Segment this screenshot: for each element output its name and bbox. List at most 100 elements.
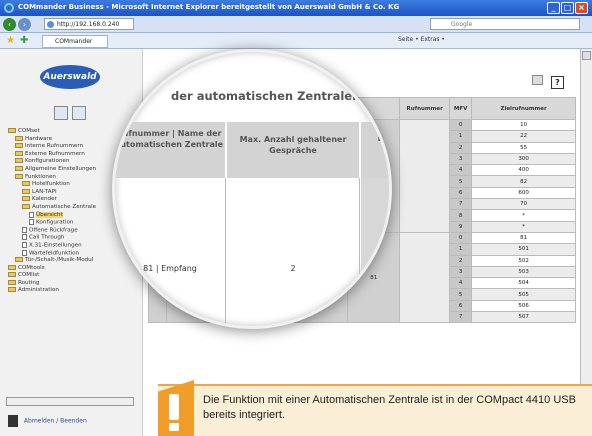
sidebar-refresh-icon[interactable] [72, 106, 86, 120]
cell-zielrufnummer[interactable]: * [471, 220, 576, 233]
add-favorite-icon[interactable]: ✚ [20, 35, 28, 46]
exclamation-icon [158, 380, 194, 436]
folder-icon [8, 128, 16, 133]
column-header: MFV [449, 97, 473, 120]
folder-icon [15, 143, 23, 149]
magnified-page-title: der automatischen Zentralen [171, 89, 361, 103]
tree-item-label: Kalender [32, 196, 57, 203]
page-area: Auerswald COMset Hardware Interne Rufnumme… [0, 49, 592, 436]
page-tools: ? [531, 75, 564, 89]
favorites-star-icon[interactable]: ★ [6, 35, 15, 46]
tree-item-label: COMset [18, 128, 40, 134]
tree-item-label: Konfigurationen [25, 158, 70, 165]
cell-zielrufnummer[interactable]: 505 [471, 288, 576, 301]
page-vertical-scrollbar[interactable] [580, 49, 592, 436]
document-icon [22, 249, 27, 256]
folder-icon [22, 203, 30, 209]
cell-zielrufnummer[interactable]: 81 [471, 231, 576, 245]
cell-zielrufnummer[interactable]: 503 [471, 265, 576, 279]
tree-item-label: Offene Rückfrage [29, 227, 78, 234]
cell-mfv: 0 [449, 118, 473, 132]
back-arrow-icon[interactable]: ‹ [3, 18, 16, 31]
scroll-up-icon[interactable] [582, 51, 591, 60]
cell-zielrufnummer[interactable]: 507 [471, 311, 576, 324]
cell-zielrufnummer[interactable]: 70 [471, 198, 576, 211]
folder-icon [8, 287, 16, 293]
search-input[interactable]: Google [430, 18, 580, 30]
url-field[interactable]: http://192.168.0.240 [44, 18, 134, 30]
document-icon [22, 234, 27, 241]
folder-icon [8, 279, 16, 285]
tree-item-label: Interne Rufnummern [25, 143, 84, 150]
cell-zielrufnummer[interactable]: 504 [471, 277, 576, 290]
cell-zielrufnummer[interactable]: 55 [471, 141, 576, 154]
tree-item-label: LAN-TAPI [32, 188, 57, 195]
cell-mfv: 2 [449, 254, 473, 267]
globe-icon [47, 21, 54, 28]
cell-mfv: 6 [449, 299, 473, 313]
tree-item-label: Administration [18, 287, 59, 294]
print-icon[interactable] [531, 75, 543, 85]
document-icon [22, 241, 27, 248]
cell-zielrufnummer[interactable]: 82 [471, 175, 576, 188]
maximize-button[interactable]: □ [561, 2, 574, 14]
minimize-button[interactable]: _ [547, 2, 560, 14]
logout-link[interactable]: Abmelden / Beenden [8, 415, 87, 427]
column-header: Rufnummer [399, 97, 451, 120]
cell-mfv: 2 [449, 141, 473, 154]
address-toolbar: ‹ › http://192.168.0.240 Google [0, 16, 592, 33]
cell-zielrufnummer[interactable]: * [471, 209, 576, 222]
cell-zielrufnummer[interactable]: 502 [471, 254, 576, 267]
cell-mfv: 1 [449, 130, 473, 143]
folder-icon [22, 188, 30, 194]
tip-text: Die Funktion mit einer Automatischen Zen… [203, 394, 576, 421]
tree-item-label: Allgemeine Einstellungen [25, 165, 97, 172]
magnified-side-column [361, 178, 389, 326]
folder-icon [15, 158, 23, 164]
auerswald-logo: Auerswald [40, 65, 100, 89]
cell-zielrufnummer[interactable]: 600 [471, 186, 576, 200]
forward-arrow-icon[interactable]: › [18, 18, 31, 31]
cell-mfv: 7 [449, 198, 473, 211]
cell-mfv: 1 [449, 243, 473, 256]
cell-zielrufnummer[interactable]: 22 [471, 130, 576, 143]
tree-item-label: X.31-Einstellungen [29, 242, 82, 249]
sidebar-horizontal-scrollbar[interactable] [6, 397, 134, 406]
cell-rufnummer [399, 231, 451, 324]
tab-bar: ★ ✚ COMmander Business Seite • Extras • [0, 33, 592, 56]
document-icon [29, 219, 34, 226]
magnifier-lens: der automatischen Zentralen Rufnummer | … [112, 49, 392, 329]
command-bar[interactable]: Seite • Extras • [398, 36, 445, 43]
tree-item-label: COMtools [18, 264, 45, 271]
sidebar-view-icon[interactable] [54, 106, 68, 120]
help-button[interactable]: ? [551, 76, 564, 89]
folder-icon [8, 264, 16, 270]
folder-icon [15, 150, 23, 156]
document-icon [29, 211, 34, 218]
cell-zielrufnummer[interactable]: 501 [471, 243, 576, 256]
browser-tab[interactable]: COMmander Business [42, 35, 108, 56]
info-tip-box: Die Funktion mit einer Automatischen Zen… [158, 380, 592, 436]
tree-item-label: Routing [18, 279, 40, 286]
folder-icon [15, 257, 23, 263]
cell-zielrufnummer[interactable]: 10 [471, 118, 576, 132]
tree-item-label: Hotelfunktion [32, 181, 70, 188]
cell-zielrufnummer[interactable]: 506 [471, 299, 576, 313]
cell-mfv: 4 [449, 164, 473, 177]
magnified-header-zentrale: Rufnummer | Name der automatischen Zentr… [115, 122, 225, 178]
url-text: http://192.168.0.240 [57, 21, 120, 28]
cell-mfv: 7 [449, 311, 473, 324]
magnified-divider [359, 178, 360, 326]
tree-item-label: Konfiguration [36, 219, 74, 226]
cell-zielrufnummer[interactable]: 400 [471, 164, 576, 177]
cell-rufnummer [399, 119, 451, 233]
tree-item-label: Externe Rufnummern [25, 150, 85, 157]
cell-zielrufnummer[interactable]: 300 [471, 152, 576, 166]
magnified-divider [225, 178, 226, 326]
tree-item-label: Übersicht [36, 212, 63, 219]
tree-item-label: Tür-/Schalt-/Musik-Modul [25, 257, 94, 264]
folder-icon [22, 196, 30, 202]
tree-item-label: Automatische Zentrale [32, 203, 97, 210]
magnified-header-max-calls: Max. Anzahl gehaltener Gespräche [227, 122, 359, 178]
close-button[interactable]: × [575, 2, 588, 14]
